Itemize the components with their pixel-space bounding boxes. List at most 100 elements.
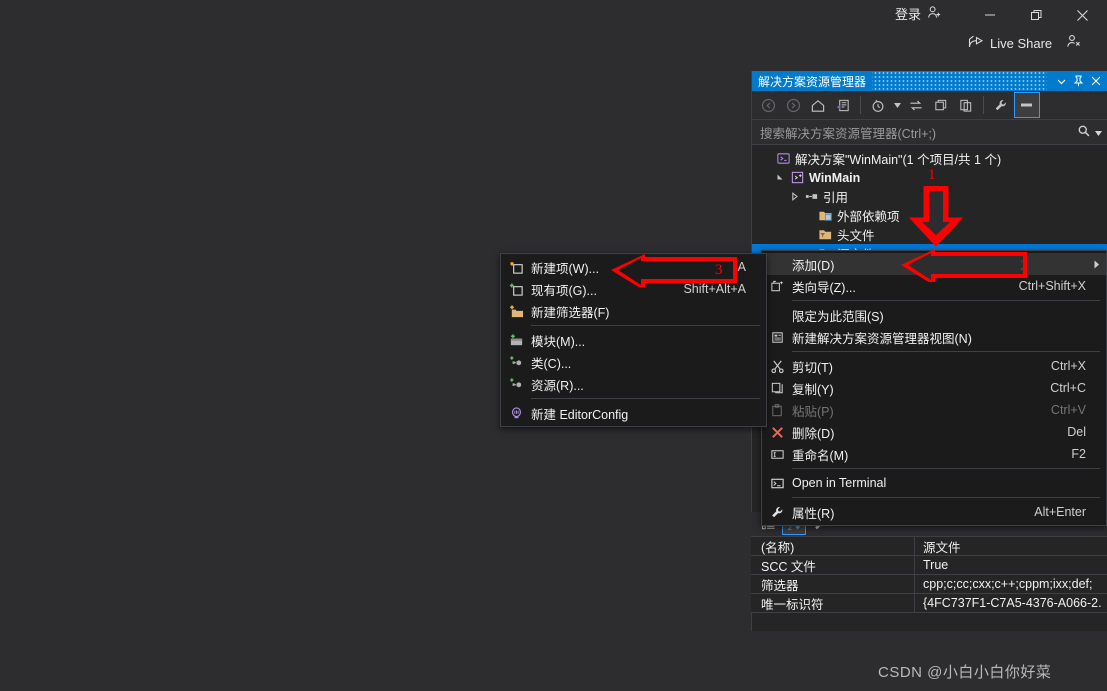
menu-separator xyxy=(531,398,760,399)
tree-item[interactable]: 外部依赖项 xyxy=(752,206,1107,225)
property-value[interactable]: True xyxy=(915,558,948,572)
terminal-icon xyxy=(762,472,792,494)
menu-item: 粘贴(P) Ctrl+V xyxy=(762,399,1106,421)
property-name: 筛选器 xyxy=(751,575,915,593)
new-filter-icon xyxy=(501,300,531,322)
toolbar-separator xyxy=(860,96,861,114)
menu-item-label: 现有项(G)... xyxy=(531,283,597,298)
pending-changes-icon[interactable] xyxy=(866,93,890,117)
property-value[interactable]: {4FC737F1-C7A5-4376-A066-2. xyxy=(915,596,1102,610)
editorconfig-icon xyxy=(501,402,531,424)
tree-item[interactable]: 解决方案"WinMain"(1 个项目/共 1 个) xyxy=(752,149,1107,168)
external-deps-icon xyxy=(816,208,834,224)
property-name: (名称) xyxy=(751,537,915,555)
close-icon[interactable] xyxy=(1087,72,1104,90)
search-input[interactable]: 搜索解决方案资源管理器(Ctrl+;) xyxy=(760,123,1077,142)
menu-item[interactable]: 现有项(G)... Shift+Alt+A xyxy=(501,278,766,300)
show-all-files-icon[interactable] xyxy=(954,93,978,117)
chevron-down-icon[interactable] xyxy=(1053,72,1070,90)
solution-icon xyxy=(774,151,792,167)
expanded-twisty-icon[interactable] xyxy=(772,170,788,186)
menu-item[interactable]: Open in Terminal xyxy=(762,472,1106,494)
property-row[interactable]: (名称) 源文件 xyxy=(751,537,1107,556)
restore-button[interactable] xyxy=(1013,0,1059,30)
existing-item-icon xyxy=(501,278,531,300)
menu-item-label: 类向导(Z)... xyxy=(792,280,856,295)
title-bar: 登录 Live Share xyxy=(0,0,1107,62)
tree-item-label: 解决方案"WinMain"(1 个项目/共 1 个) xyxy=(795,153,1002,167)
live-share-button[interactable]: Live Share xyxy=(968,34,1052,52)
back-icon[interactable] xyxy=(756,93,780,117)
menu-separator xyxy=(531,325,760,326)
tree-item-label: 头文件 xyxy=(837,229,875,243)
collapse-all-icon[interactable] xyxy=(929,93,953,117)
menu-item-label: 剪切(T) xyxy=(792,360,833,375)
menu-item[interactable]: 资源(R)... xyxy=(501,373,766,395)
home-icon[interactable] xyxy=(806,93,830,117)
menu-item[interactable]: 复制(Y) Ctrl+C xyxy=(762,377,1106,399)
menu-item[interactable]: 新建解决方案资源管理器视图(N) xyxy=(762,326,1106,348)
feedback-person-icon[interactable] xyxy=(1065,33,1081,54)
references-icon xyxy=(802,189,820,205)
preview-selected-items-icon[interactable] xyxy=(1014,92,1040,118)
rename-icon xyxy=(762,443,792,465)
new-item-icon xyxy=(501,256,531,278)
annotation-number-2: 2 xyxy=(1020,258,1028,274)
menu-item[interactable]: 添加(D) xyxy=(762,253,1106,275)
menu-item-label: 粘贴(P) xyxy=(792,404,834,419)
menu-item[interactable]: 限定为此范围(S) xyxy=(762,304,1106,326)
menu-item[interactable]: 重命名(M) F2 xyxy=(762,443,1106,465)
submenu-arrow-icon xyxy=(1086,260,1100,269)
solution-view-icon[interactable] xyxy=(831,93,855,117)
tree-item-label: 外部依赖项 xyxy=(837,210,900,224)
property-row[interactable]: 筛选器 cpp;c;cc;cxx;c++;cppm;ixx;def; xyxy=(751,575,1107,594)
sign-in-button[interactable]: 登录 xyxy=(895,4,942,23)
sync-with-active-document-icon[interactable] xyxy=(904,93,928,117)
menu-item[interactable]: 类向导(Z)... Ctrl+Shift+X xyxy=(762,275,1106,297)
properties-icon[interactable] xyxy=(989,93,1013,117)
menu-item-label: 资源(R)... xyxy=(531,378,584,393)
menu-item-label: 模块(M)... xyxy=(531,334,586,349)
menu-item[interactable]: 剪切(T) Ctrl+X xyxy=(762,355,1106,377)
minimize-button[interactable] xyxy=(967,0,1013,30)
menu-item[interactable]: 新建筛选器(F) xyxy=(501,300,766,322)
property-row[interactable]: SCC 文件 True xyxy=(751,556,1107,575)
menu-item-label: 添加(D) xyxy=(792,258,835,273)
pin-icon[interactable] xyxy=(1070,72,1087,90)
menu-item[interactable]: 新建 EditorConfig xyxy=(501,402,766,424)
wrench-icon xyxy=(762,501,792,523)
close-button[interactable] xyxy=(1059,0,1105,30)
menu-item-label: 新建解决方案资源管理器视图(N) xyxy=(792,331,972,346)
forward-icon[interactable] xyxy=(781,93,805,117)
property-row[interactable]: 唯一标识符 {4FC737F1-C7A5-4376-A066-2. xyxy=(751,594,1107,613)
twisty-placeholder xyxy=(758,151,774,167)
menu-item-label: 限定为此范围(S) xyxy=(792,309,884,324)
add-user-icon xyxy=(927,5,942,23)
chevron-down-icon[interactable] xyxy=(891,93,903,117)
menu-item[interactable]: 新建项(W)... Ctrl+Shift+A xyxy=(501,256,766,278)
tree-item[interactable]: 引用 xyxy=(752,187,1107,206)
resource-icon xyxy=(501,373,531,395)
search-icon[interactable] xyxy=(1077,124,1091,141)
collapsed-twisty-icon[interactable] xyxy=(786,189,802,205)
menu-item[interactable]: 模块(M)... xyxy=(501,329,766,351)
menu-separator xyxy=(792,497,1100,498)
search-options-chevron-icon[interactable] xyxy=(1095,125,1102,139)
share-icon xyxy=(968,34,984,52)
menu-item[interactable]: 删除(D) Del xyxy=(762,421,1106,443)
menu-item-label: 类(C)... xyxy=(531,356,572,371)
context-menu-main: 添加(D) 类向导(Z)... Ctrl+Shift+X 限定为此范围(S) 新建解决方… xyxy=(761,250,1107,526)
menu-item-label: 新建筛选器(F) xyxy=(531,305,610,320)
property-value[interactable]: cpp;c;cc;cxx;c++;cppm;ixx;def; xyxy=(915,577,1093,591)
menu-item-shortcut: Ctrl+Shift+A xyxy=(678,260,746,274)
property-value[interactable]: 源文件 xyxy=(915,537,961,555)
menu-item-label: 复制(Y) xyxy=(792,382,834,397)
watermark: CSDN @小白小白你好菜 xyxy=(878,664,1052,681)
properties-window: A Z (名称)源文件SCC 文件True筛选器cpp;c;cc;cxx;c++… xyxy=(751,512,1107,613)
tree-item[interactable]: 头文件 xyxy=(752,225,1107,244)
menu-separator xyxy=(792,468,1100,469)
menu-item-shortcut: F2 xyxy=(1071,447,1086,461)
menu-item[interactable]: 属性(R) Alt+Enter xyxy=(762,501,1106,523)
menu-item[interactable]: 类(C)... xyxy=(501,351,766,373)
search-box[interactable]: 搜索解决方案资源管理器(Ctrl+;) xyxy=(752,120,1107,145)
